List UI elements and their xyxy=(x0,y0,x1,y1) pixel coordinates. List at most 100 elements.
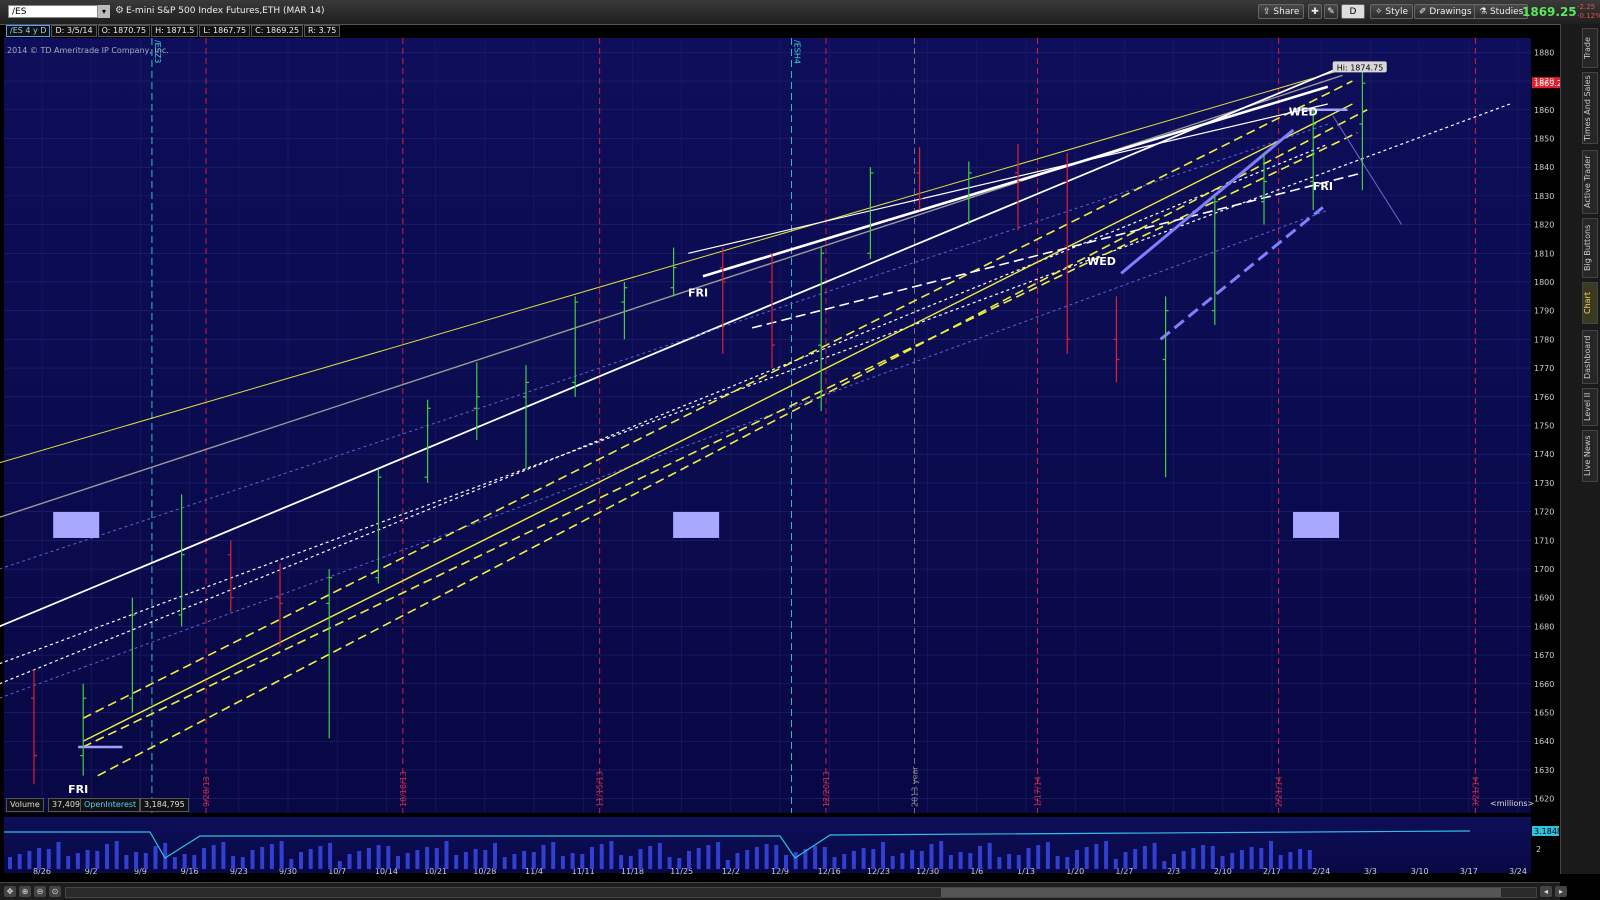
gear-icon[interactable]: ⚙ xyxy=(115,5,125,17)
year-label: 2013 year xyxy=(911,766,920,807)
price-tick-label: 1830 xyxy=(1534,192,1554,201)
volume-bar xyxy=(1133,849,1138,869)
scroll-thumb[interactable] xyxy=(941,888,1501,897)
price-tick-label: 1870 xyxy=(1534,77,1554,86)
volume-bar xyxy=(968,853,973,869)
price-tick-label: 1620 xyxy=(1534,795,1554,804)
chart-scrollbar[interactable]: ✥ ⊕ ⊖ ⊙ ◂ ▸ xyxy=(0,882,1567,900)
volume-bar xyxy=(929,844,934,869)
close-label: C: 1869.25 xyxy=(251,25,304,37)
time-tick-label: 3/10 xyxy=(1411,867,1429,876)
share-button[interactable]: ⇪ Share xyxy=(1258,4,1305,19)
side-tab-level-ii[interactable]: Level II xyxy=(1582,388,1598,426)
volume-bar xyxy=(1191,848,1196,869)
volume-bar xyxy=(1036,845,1041,869)
volume-bar xyxy=(260,847,265,869)
zoom-fit-icon[interactable]: ⊙ xyxy=(49,886,61,897)
scroll-track[interactable] xyxy=(65,887,1537,898)
volume-bar xyxy=(948,855,953,869)
zoom-out-icon[interactable]: ⊖ xyxy=(34,886,46,897)
volume-bar xyxy=(1152,843,1157,869)
volume-bar xyxy=(221,842,226,869)
scroll-left-icon[interactable]: ◂ xyxy=(1540,886,1552,897)
price-tick-label: 1760 xyxy=(1534,393,1554,402)
volume-bar xyxy=(696,848,701,869)
expiration-date-label: 3/21/14 xyxy=(1471,776,1480,807)
instrument-title: E-mini S&P 500 Index Futures,ETH (MAR 14… xyxy=(126,6,325,16)
price-tick-label: 1750 xyxy=(1534,422,1554,431)
side-tab-big-buttons[interactable]: Big Buttons xyxy=(1582,218,1598,278)
volume-bar xyxy=(648,846,653,869)
volume-bar xyxy=(735,853,740,869)
settings-tool-button[interactable]: ✎ xyxy=(1324,4,1338,19)
time-tick-label: 3/24 xyxy=(1509,867,1527,876)
volume-axis-tick: 2 xyxy=(1536,845,1541,854)
price-tick-label: 1840 xyxy=(1534,163,1554,172)
volume-bar xyxy=(628,856,633,869)
price-tick-label: 1640 xyxy=(1534,737,1554,746)
symbol-input[interactable]: /ES xyxy=(8,5,98,18)
volume-bar xyxy=(667,857,672,869)
volume-bar xyxy=(1162,861,1167,869)
volume-bar xyxy=(172,857,177,869)
volume-bar xyxy=(1026,848,1031,869)
scroll-right-icon[interactable]: ▸ xyxy=(1555,886,1567,897)
volume-bar xyxy=(784,855,788,869)
volume-bar xyxy=(269,844,274,869)
side-tab-trade[interactable]: Trade xyxy=(1582,28,1598,68)
volume-bar xyxy=(124,855,129,869)
day-annotation: WED xyxy=(1289,106,1318,119)
price-tick-label: 1690 xyxy=(1534,594,1554,603)
wrench-icon: ✎ xyxy=(1327,7,1335,17)
studies-button[interactable]: ⚗ Studies xyxy=(1474,4,1529,19)
open-interest-label: OpenInterest xyxy=(80,798,141,812)
volume-bar xyxy=(386,846,391,869)
volume-bar xyxy=(75,853,80,869)
period-button[interactable]: D xyxy=(1341,4,1365,19)
volume-bar xyxy=(27,851,32,869)
volume-bar xyxy=(512,854,517,869)
symbol-dropdown-button[interactable]: ▾ xyxy=(98,5,110,18)
price-tick-label: 1730 xyxy=(1534,479,1554,488)
volume-bar xyxy=(745,850,750,869)
time-tick-label: 3/17 xyxy=(1460,867,1478,876)
price-tick-label: 1780 xyxy=(1534,335,1554,344)
volume-bar xyxy=(910,850,915,869)
style-icon: ✧ xyxy=(1375,7,1386,17)
side-tab-times-and-sales[interactable]: Times And Sales xyxy=(1582,72,1598,144)
pan-icon[interactable]: ✥ xyxy=(4,886,16,897)
volume-bar xyxy=(473,849,478,869)
volume-bar xyxy=(405,853,410,869)
volume-bar xyxy=(677,858,682,869)
side-tab-chart[interactable]: Chart xyxy=(1582,282,1598,324)
volume-bar xyxy=(328,843,333,869)
zoom-in-icon[interactable]: ⊕ xyxy=(19,886,31,897)
side-tab-live-news[interactable]: Live News xyxy=(1582,430,1598,482)
volume-bar xyxy=(1084,847,1089,869)
crosshair-icon: ✚ xyxy=(1311,7,1319,17)
volume-bar xyxy=(813,846,818,869)
price-tick-label: 1850 xyxy=(1534,134,1554,143)
volume-bar xyxy=(1269,841,1273,869)
price-tick-label: 1790 xyxy=(1534,307,1554,316)
volume-bar xyxy=(793,852,798,869)
style-button[interactable]: ✧ Style xyxy=(1370,4,1414,19)
volume-bar xyxy=(202,848,206,869)
volume-bar xyxy=(366,848,371,869)
volume-bar xyxy=(231,856,236,869)
volume-bar xyxy=(308,849,313,869)
side-tab-dashboard[interactable]: Dashboard xyxy=(1582,330,1598,384)
price-tick-label: 1680 xyxy=(1534,622,1554,631)
volume-bar xyxy=(357,851,362,869)
volume-bar xyxy=(716,842,721,869)
volume-bar xyxy=(560,856,565,869)
crosshair-tool-button[interactable]: ✚ xyxy=(1308,4,1322,19)
volume-bar xyxy=(85,850,90,869)
side-tab-active-trader[interactable]: Active Trader xyxy=(1582,150,1598,214)
open-interest-marker-label: 3.1848 xyxy=(1534,827,1560,836)
price-tick-label: 1700 xyxy=(1534,565,1554,574)
drawings-button[interactable]: ✐ Drawings xyxy=(1414,4,1477,19)
price-chart[interactable]: 9/20/13 10/18/13 11/15/13 12/20/13 1/17/14 2/… xyxy=(0,24,1560,882)
highlight-box xyxy=(673,511,720,538)
open-label: O: 1870.75 xyxy=(97,25,151,37)
